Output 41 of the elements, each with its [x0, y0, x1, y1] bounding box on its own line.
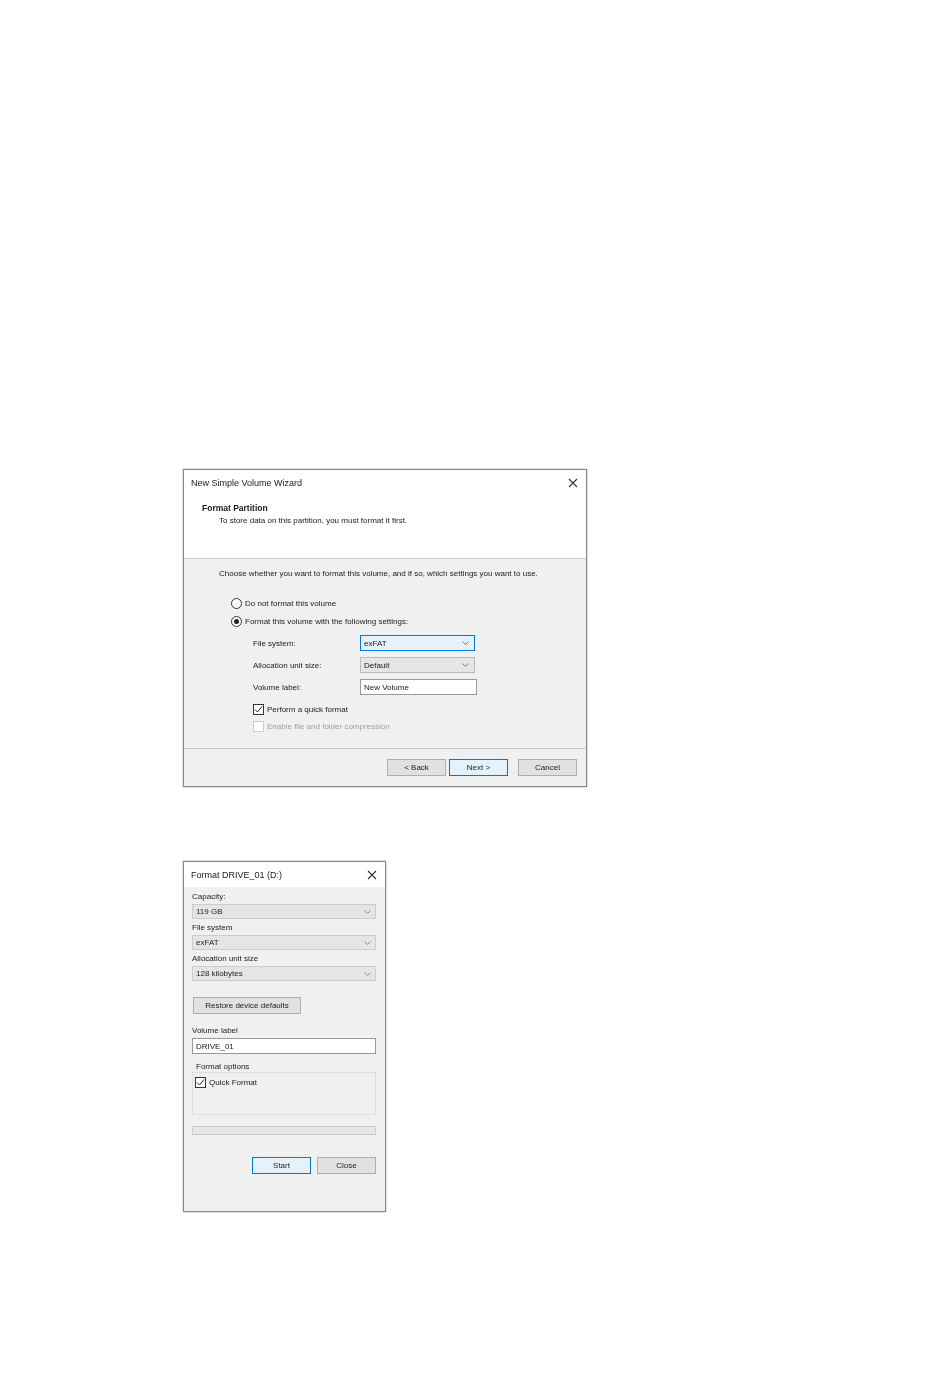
radio-button[interactable]	[231, 598, 242, 609]
dialog-button[interactable]: Next >	[449, 759, 508, 776]
field-label: Allocation unit size:	[253, 660, 323, 670]
radio-button[interactable]	[231, 616, 242, 627]
field-label: Volume label	[192, 1026, 239, 1035]
close-icon[interactable]	[367, 869, 377, 880]
page-subheading: To store data on this partition, you must format it first.	[218, 516, 409, 525]
checkbox-label[interactable]: Perform a quick format	[267, 705, 348, 714]
dropdown[interactable]: 128 kilobytes	[192, 966, 376, 981]
restore-defaults-button[interactable]: Restore device defaults	[193, 997, 301, 1014]
window-title: New Simple Volume Wizard	[191, 477, 303, 488]
dialog-button[interactable]: Close	[317, 1157, 376, 1174]
page-heading: Format Partition	[202, 503, 269, 513]
field-label: File system:	[253, 638, 297, 648]
instruction-text: Choose whether you want to format this volume, and if so, which settings you want to use.	[219, 569, 539, 578]
checkbox[interactable]	[195, 1077, 206, 1088]
dialog-button[interactable]: Start	[252, 1157, 311, 1174]
input-field[interactable]: DRIVE_01	[192, 1038, 376, 1054]
radio-label[interactable]: Do not format this volume	[245, 599, 337, 608]
field-label: Capacity:	[192, 892, 227, 901]
checkbox-label[interactable]: Quick Format	[209, 1078, 257, 1087]
dialog-button[interactable]: Cancel	[518, 759, 577, 776]
window-title: Format DRIVE_01 (D:)	[191, 869, 283, 880]
dropdown[interactable]: 119 GB	[192, 904, 376, 919]
field-label: Allocation unit size	[192, 954, 260, 963]
close-icon[interactable]	[568, 477, 578, 488]
checkbox[interactable]	[253, 704, 264, 715]
dropdown[interactable]: exFAT	[360, 635, 475, 651]
dialog-button[interactable]: < Back	[387, 759, 446, 776]
input-field[interactable]: New Volume	[360, 679, 477, 695]
chevron-down-icon	[364, 940, 371, 945]
chevron-down-icon	[364, 971, 371, 976]
dropdown[interactable]: Default	[360, 657, 475, 673]
field-label: Volume label:	[253, 682, 303, 692]
chevron-down-icon	[462, 641, 469, 645]
field-label: File system	[192, 923, 234, 932]
group-title: Format options	[196, 1062, 251, 1071]
radio-label[interactable]: Format this volume with the following settings:	[245, 617, 409, 626]
chevron-down-icon	[462, 663, 469, 667]
chevron-down-icon	[364, 909, 371, 914]
dropdown[interactable]: exFAT	[192, 935, 376, 950]
